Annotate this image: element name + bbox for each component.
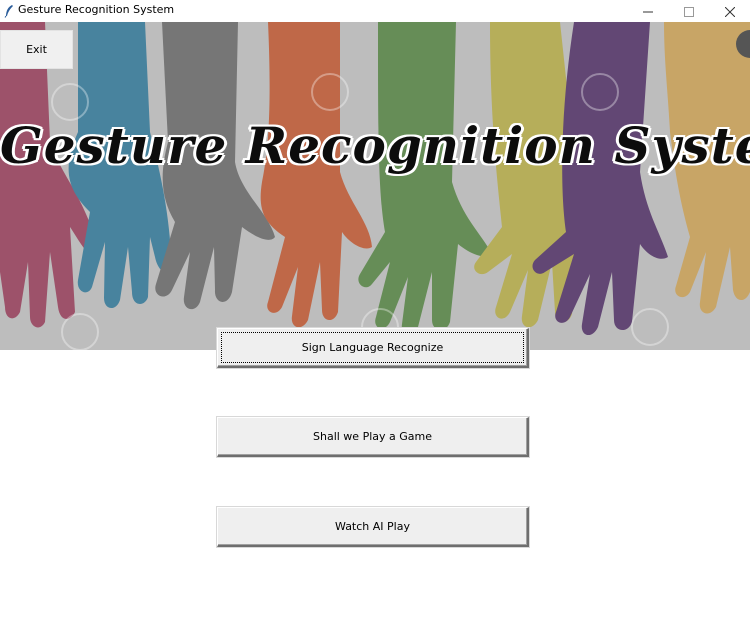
feather-icon: [4, 3, 14, 18]
sign-language-recognize-button[interactable]: Sign Language Recognize: [217, 328, 529, 368]
banner-image: Gesture Recognition System: [0, 22, 750, 350]
maximize-icon: [684, 2, 694, 21]
close-window-button[interactable]: [710, 0, 750, 22]
minimize-icon: [643, 2, 653, 21]
exit-button[interactable]: Exit: [0, 30, 73, 69]
window-title: Gesture Recognition System: [18, 3, 175, 16]
play-game-button[interactable]: Shall we Play a Game: [217, 417, 529, 457]
app-window: Gesture Recognition System Gesture Recog…: [0, 0, 750, 627]
maximize-button[interactable]: [669, 0, 709, 22]
watch-ai-play-button[interactable]: Watch AI Play: [217, 507, 529, 547]
exit-button-label: Exit: [26, 43, 47, 56]
title-bar: Gesture Recognition System: [0, 0, 750, 22]
focus-ring: [221, 332, 524, 363]
minimize-button[interactable]: [628, 0, 668, 22]
close-icon: [724, 2, 736, 21]
banner-title: Gesture Recognition System: [0, 116, 750, 175]
button-label: Watch AI Play: [335, 520, 410, 533]
button-label: Shall we Play a Game: [313, 430, 432, 443]
raised-hands-illustration: [0, 22, 750, 350]
